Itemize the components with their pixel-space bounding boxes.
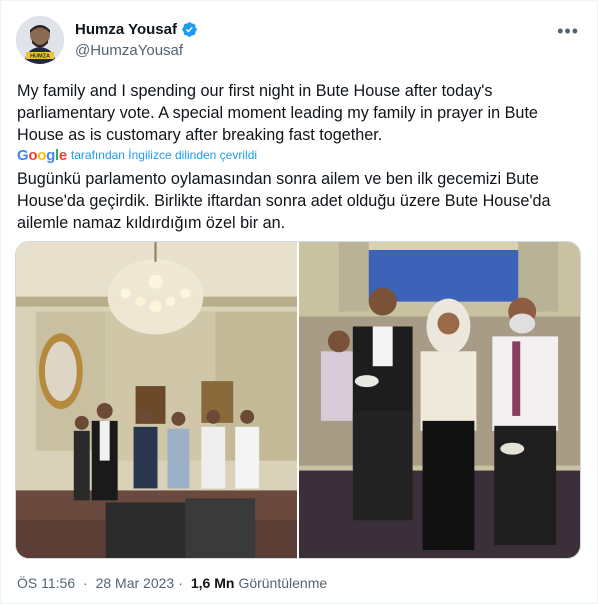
prayer-scene-image <box>16 242 297 558</box>
translation-note: tarafından İngilizce dilinden çevrildi <box>70 148 258 162</box>
views-count[interactable]: 1,6 Mn <box>191 575 235 591</box>
tweet-date: 28 Mar 2023 <box>95 575 175 591</box>
google-logo-icon: Google <box>17 146 67 164</box>
avatar[interactable]: HUMZA <box>16 16 64 64</box>
separator-dot: · <box>83 575 88 591</box>
photo-family[interactable] <box>299 242 580 558</box>
more-options-icon[interactable]: ••• <box>557 21 579 42</box>
tweet-text: My family and I spending our first night… <box>17 82 538 144</box>
tweet-meta: ÖS 11:56 · 28 Mar 2023 · 1,6 Mn Görüntül… <box>17 575 327 591</box>
family-scene-image <box>299 242 580 558</box>
tweet-time: ÖS 11:56 <box>17 575 76 591</box>
tweet-media <box>15 241 581 559</box>
avatar-image: HUMZA <box>16 16 64 64</box>
author-handle[interactable]: @HumzaYousaf <box>75 42 183 59</box>
views-label: Görüntülenme <box>238 575 328 591</box>
timestamp-link[interactable]: ÖS 11:56 · 28 Mar 2023 <box>17 575 174 591</box>
avatar-badge-text: HUMZA <box>30 54 50 60</box>
translation-attribution[interactable]: Google tarafından İngilizce dilinden çev… <box>17 146 257 164</box>
photo-prayer[interactable] <box>16 242 297 558</box>
tweet-card: HUMZA Humza Yousaf @HumzaYousaf ••• My f… <box>0 0 598 604</box>
translated-text: Bugünkü parlamento oylamasından sonra ai… <box>17 170 551 232</box>
verified-badge-icon <box>182 22 197 37</box>
separator-dot: · <box>178 575 183 591</box>
author-name-text: Humza Yousaf <box>75 21 177 38</box>
author-name[interactable]: Humza Yousaf <box>75 21 198 38</box>
